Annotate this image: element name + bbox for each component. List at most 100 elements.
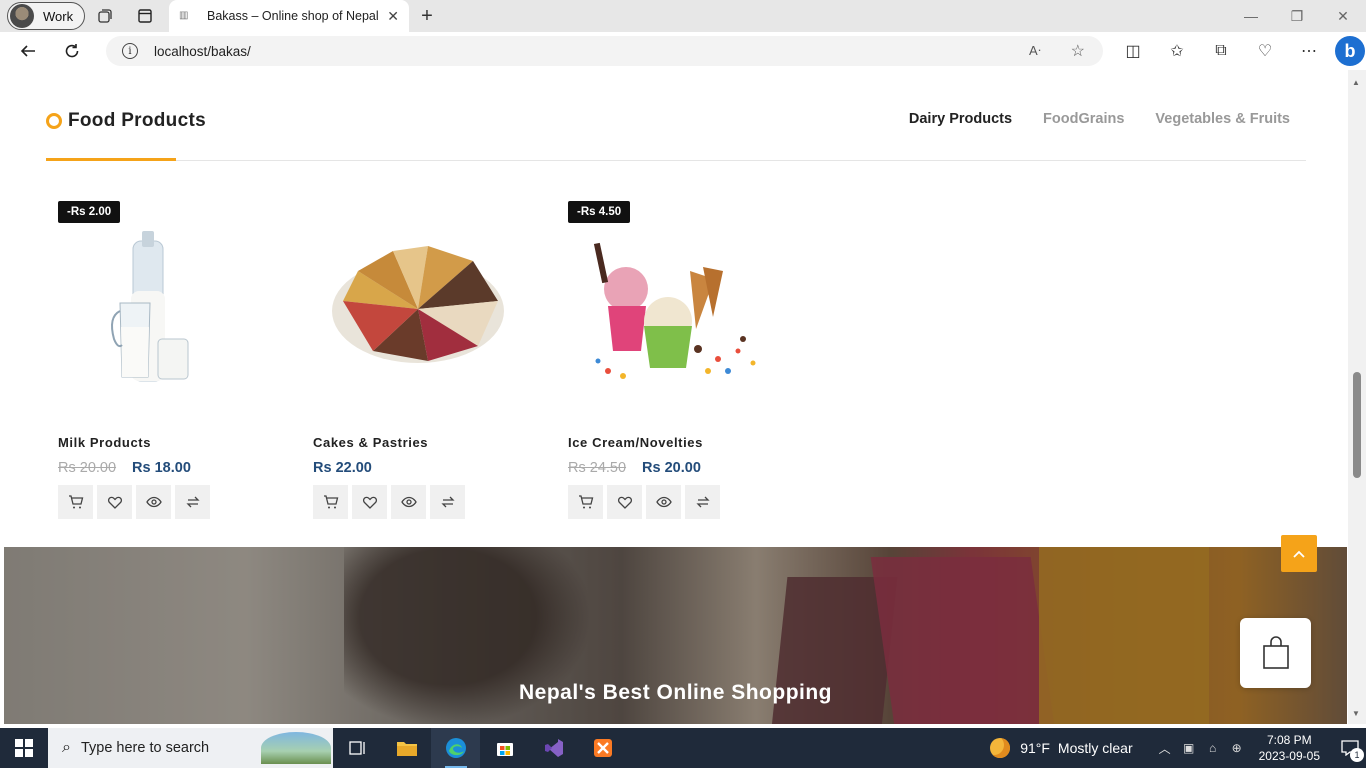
language-globe-icon[interactable]: ⊕	[1225, 741, 1249, 755]
product-name[interactable]: Milk Products	[58, 435, 151, 450]
current-price: Rs 18.00	[132, 460, 191, 476]
workspaces-icon[interactable]	[85, 0, 125, 32]
weather-desc: Mostly clear	[1057, 740, 1133, 756]
discount-badge: -Rs 2.00	[58, 201, 121, 223]
url-text: localhost/bakas/	[154, 43, 251, 59]
scrollbar-thumb[interactable]	[1353, 372, 1361, 478]
taskbar-search-placeholder: Type here to search	[80, 740, 210, 756]
add-to-cart-icon[interactable]	[568, 485, 603, 519]
start-button[interactable]	[0, 728, 48, 768]
window-controls: — ❐ ✕	[1228, 0, 1366, 32]
close-window-icon[interactable]: ✕	[1320, 0, 1366, 32]
product-prices: Rs 24.50 Rs 20.00	[568, 460, 701, 476]
network-icon[interactable]: ⌂	[1201, 741, 1225, 755]
ring-icon	[46, 113, 62, 129]
product-actions	[313, 485, 469, 519]
product-image-milk[interactable]	[58, 231, 278, 391]
split-screen-icon[interactable]: ◫	[1111, 32, 1155, 70]
task-view-icon[interactable]	[333, 728, 382, 768]
section-title-text: Food Products	[68, 110, 206, 131]
scroll-up-arrow-icon[interactable]: ▲	[1352, 78, 1360, 87]
site-info-icon[interactable]: i	[122, 43, 138, 59]
quick-view-eye-icon[interactable]	[391, 485, 426, 519]
product-actions	[58, 485, 214, 519]
wishlist-heart-icon[interactable]	[607, 485, 642, 519]
search-icon: ⌕	[62, 739, 71, 756]
browser-essentials-icon[interactable]: ♡	[1243, 32, 1287, 70]
profile-label: Work	[43, 8, 74, 24]
site-favicon-icon: ▥	[179, 10, 189, 21]
current-price: Rs 20.00	[642, 460, 701, 476]
shopping-bag-icon	[1262, 636, 1289, 669]
copilot-icon[interactable]: b	[1335, 36, 1365, 66]
floating-cart-button[interactable]	[1240, 618, 1311, 688]
favorites-icon[interactable]: ✩	[1155, 32, 1199, 70]
more-menu-icon[interactable]: ⋯	[1287, 32, 1331, 70]
back-icon[interactable]	[6, 32, 50, 70]
meet-now-icon[interactable]: ▣	[1177, 741, 1201, 755]
edge-browser-icon[interactable]	[431, 728, 480, 768]
compare-icon[interactable]	[430, 485, 465, 519]
read-aloud-icon[interactable]: Aᐧ	[1029, 43, 1041, 59]
category-tabs: Dairy Products FoodGrains Vegetables & F…	[878, 111, 1290, 127]
scroll-to-top-button[interactable]	[1281, 535, 1317, 572]
banner-heading: Nepal's Best Online Shopping	[518, 681, 833, 704]
browser-tab-active[interactable]: ▥ Bakass – Online shop of Nepal ✕	[169, 0, 409, 32]
section-title-underline	[46, 158, 176, 161]
search-highlight-image	[261, 732, 331, 764]
system-tray: 91°F Mostly clear ︿ ▣ ⌂ ⊕ 7:08 PM 2023-0…	[990, 728, 1366, 768]
windows-taskbar: ⌕ Type here to search 91°F Mostly clear …	[0, 728, 1366, 768]
product-prices: Rs 20.00 Rs 18.00	[58, 460, 191, 476]
browser-tab-bar: Work ▥ Bakass – Online shop of Nepal ✕ +…	[0, 0, 1366, 32]
wishlist-heart-icon[interactable]	[97, 485, 132, 519]
page-scrollbar[interactable]: ▲ ▼	[1348, 70, 1366, 724]
collections-icon[interactable]: ⧉	[1199, 32, 1243, 70]
add-to-cart-icon[interactable]	[313, 485, 348, 519]
product-prices: Rs 22.00	[313, 460, 372, 476]
file-explorer-icon[interactable]	[382, 728, 431, 768]
tab-actions-icon[interactable]	[125, 0, 165, 32]
chevron-up-icon[interactable]: ︿	[1153, 740, 1177, 757]
compare-icon[interactable]	[175, 485, 210, 519]
weather-widget[interactable]: 91°F Mostly clear	[990, 738, 1133, 758]
weather-temp: 91°F	[1020, 740, 1050, 756]
tab-dairy-products[interactable]: Dairy Products	[909, 111, 1012, 127]
compare-icon[interactable]	[685, 485, 720, 519]
add-to-cart-icon[interactable]	[58, 485, 93, 519]
new-tab-button[interactable]: +	[409, 0, 445, 32]
browser-nav-bar: i localhost/bakas/ Aᐧ ☆ ◫ ✩ ⧉ ♡ ⋯ b	[0, 32, 1366, 70]
old-price: Rs 24.50	[568, 460, 627, 476]
microsoft-store-icon[interactable]	[480, 728, 529, 768]
scroll-down-arrow-icon[interactable]: ▼	[1352, 709, 1360, 718]
clock-time: 7:08 PM	[1266, 733, 1312, 747]
old-price: Rs 20.00	[58, 460, 117, 476]
restore-icon[interactable]: ❐	[1274, 0, 1320, 32]
quick-view-eye-icon[interactable]	[136, 485, 171, 519]
tab-vegetables-fruits[interactable]: Vegetables & Fruits	[1155, 111, 1290, 127]
profile-button[interactable]: Work	[7, 2, 85, 30]
product-image-icecream[interactable]	[568, 231, 788, 391]
product-name[interactable]: Cakes & Pastries	[313, 435, 428, 450]
taskbar-search-box[interactable]: ⌕ Type here to search	[48, 728, 333, 768]
page-viewport: Food Products Dairy Products FoodGrains …	[0, 70, 1366, 724]
section-title: Food Products	[46, 110, 206, 132]
section-header: Food Products Dairy Products FoodGrains …	[46, 70, 1306, 161]
product-actions	[568, 485, 724, 519]
moon-icon	[990, 738, 1011, 758]
notifications-icon[interactable]: 1	[1334, 728, 1366, 768]
tab-foodgrains[interactable]: FoodGrains	[1043, 111, 1124, 127]
wishlist-heart-icon[interactable]	[352, 485, 387, 519]
promo-banner: Nepal's Best Online Shopping	[4, 547, 1347, 724]
clock[interactable]: 7:08 PM 2023-09-05	[1259, 732, 1320, 764]
product-name[interactable]: Ice Cream/Novelties	[568, 435, 703, 450]
visual-studio-icon[interactable]	[529, 728, 578, 768]
xampp-icon[interactable]	[578, 728, 627, 768]
tab-title: Bakass – Online shop of Nepal	[207, 9, 379, 23]
minimize-icon[interactable]: —	[1228, 0, 1274, 32]
address-bar[interactable]: i localhost/bakas/ Aᐧ ☆	[106, 36, 1103, 66]
refresh-icon[interactable]	[50, 32, 94, 70]
favorite-star-icon[interactable]: ☆	[1071, 41, 1085, 61]
product-image-cakes[interactable]	[313, 231, 533, 391]
close-tab-icon[interactable]: ✕	[387, 8, 399, 25]
quick-view-eye-icon[interactable]	[646, 485, 681, 519]
